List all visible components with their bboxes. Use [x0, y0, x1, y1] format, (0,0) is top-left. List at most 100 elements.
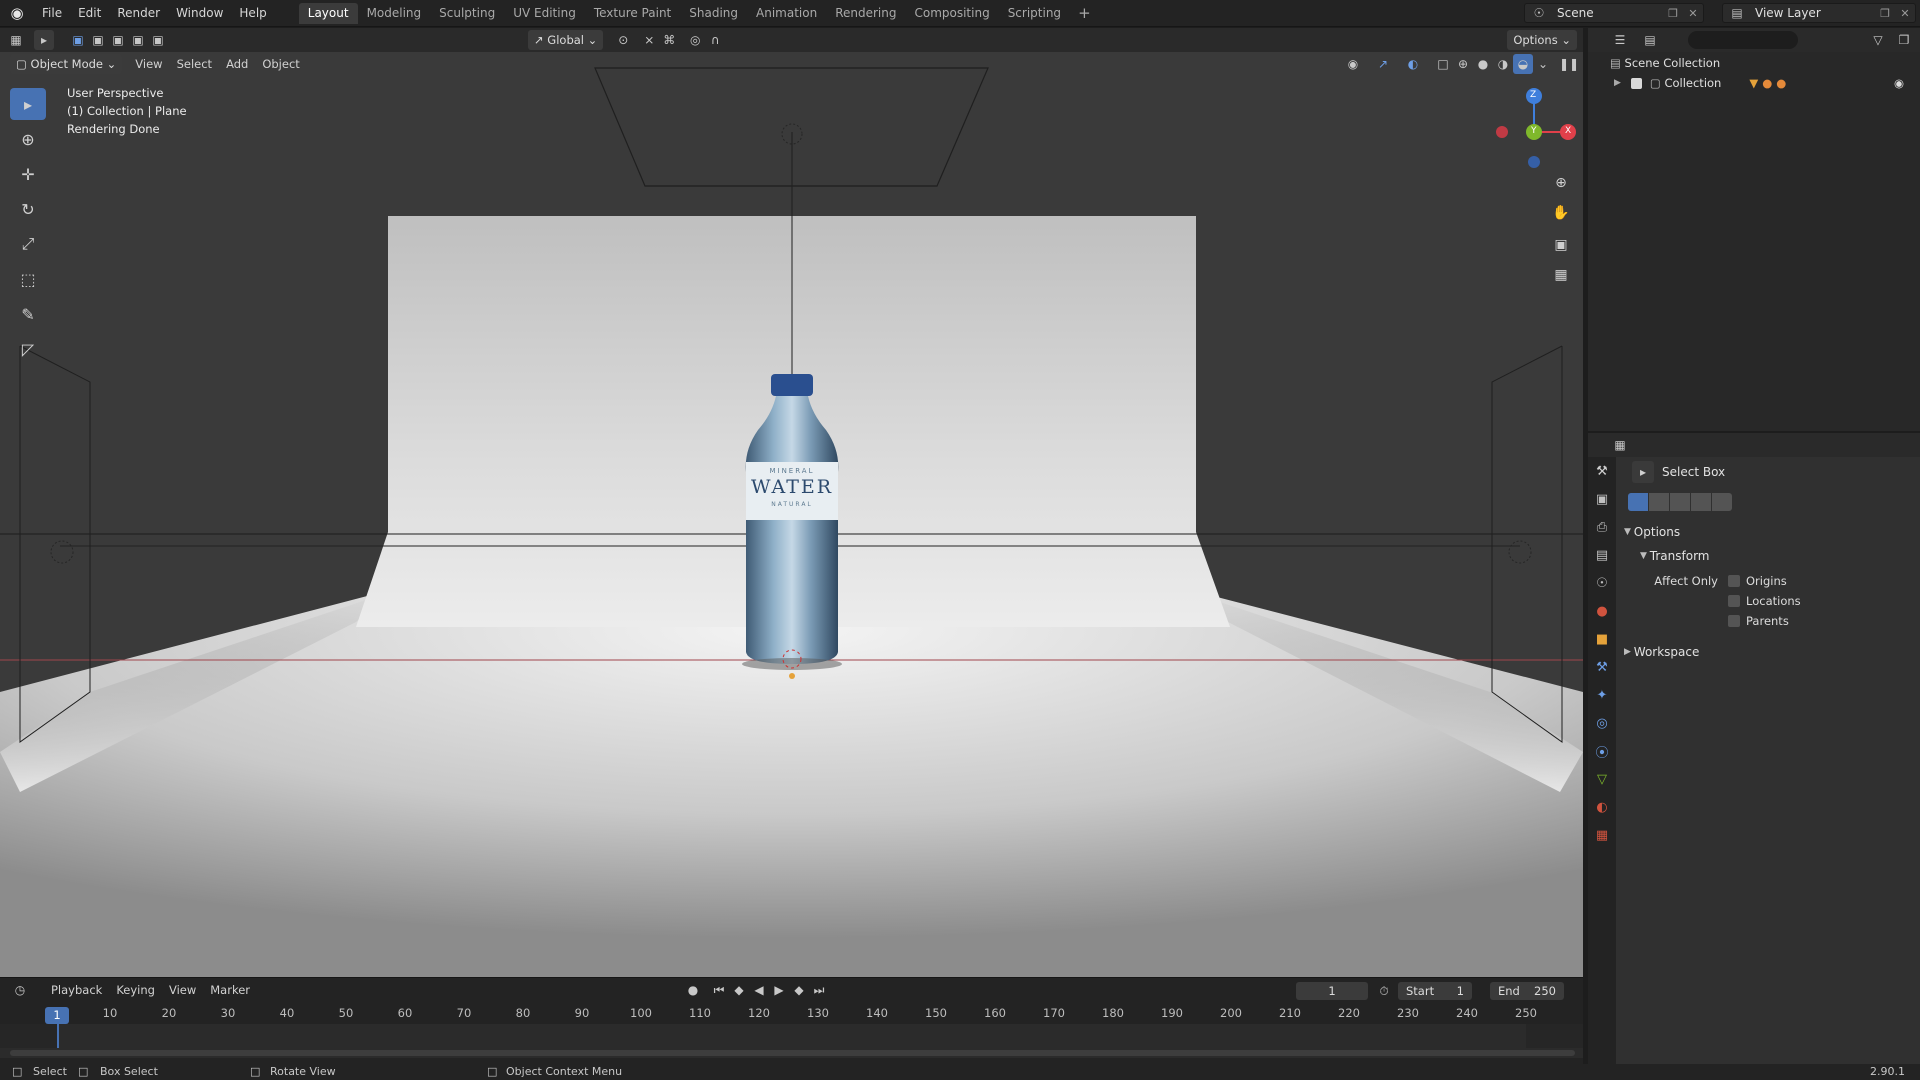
workspace-panel-header[interactable]: ▶ Workspace	[1616, 641, 1920, 663]
tab-texture-icon[interactable]: ▦	[1588, 821, 1616, 849]
select-box-tool-icon[interactable]: ▸	[10, 88, 46, 120]
jump-start-icon[interactable]: ⏮	[709, 980, 729, 1000]
tab-object-icon[interactable]: ■	[1588, 625, 1616, 653]
menu-view[interactable]: View	[128, 57, 169, 71]
timeline-track-area[interactable]	[0, 1024, 1583, 1058]
gizmo-toggle-icon[interactable]: ↗	[1373, 54, 1393, 74]
menu-keying[interactable]: Keying	[109, 983, 162, 997]
tab-texture-paint[interactable]: Texture Paint	[585, 3, 680, 24]
light-filter-icon[interactable]: ▼	[1749, 76, 1758, 90]
snap-icon[interactable]: ⨯	[639, 30, 659, 50]
tab-scripting[interactable]: Scripting	[999, 3, 1070, 24]
new-collection-icon[interactable]: ❐	[1894, 30, 1914, 50]
timeline-editor-icon[interactable]: ◷	[10, 980, 30, 1000]
delete-scene-icon[interactable]: ✕	[1683, 7, 1703, 20]
camera-view-icon[interactable]: ▣	[1548, 232, 1574, 258]
zoom-icon[interactable]: ⊕	[1548, 170, 1574, 196]
orientation-dropdown[interactable]: ↗ Global ⌄	[528, 30, 604, 50]
timeline-scrollbar[interactable]	[10, 1050, 1575, 1056]
pan-hand-icon[interactable]: ✋	[1548, 200, 1574, 226]
new-scene-icon[interactable]: ❐	[1663, 7, 1683, 20]
outliner-row-collection[interactable]: ▶ ▢ Collection ▼ ● ● ◉	[1588, 73, 1920, 93]
start-frame-field[interactable]: Start 1	[1398, 982, 1472, 1000]
expand-arrow-icon[interactable]: ▶	[1614, 78, 1621, 88]
tab-sculpting[interactable]: Sculpting	[430, 3, 504, 24]
select-invert-icon[interactable]: ▣	[128, 30, 148, 50]
record-icon[interactable]: ●	[683, 980, 703, 1000]
menu-add[interactable]: Add	[219, 57, 255, 71]
falloff-icon[interactable]: ∩	[705, 30, 725, 50]
blender-logo-icon[interactable]: ◉	[0, 0, 34, 27]
menu-file[interactable]: File	[34, 0, 70, 27]
view-layer-selector[interactable]: ▤ View Layer ❐ ✕	[1722, 3, 1916, 23]
menu-select[interactable]: Select	[170, 57, 219, 71]
editor-type-icon[interactable]: ▦	[6, 30, 26, 50]
shading-options-icon[interactable]: ⌄	[1533, 54, 1553, 74]
menu-render[interactable]: Render	[109, 0, 168, 27]
current-frame-field[interactable]: 1	[1296, 982, 1368, 1000]
tab-shading[interactable]: Shading	[680, 3, 747, 24]
mode-dropdown[interactable]: ▢ Object Mode ⌄	[10, 54, 123, 74]
mode-difference-icon[interactable]	[1691, 493, 1711, 511]
new-view-layer-icon[interactable]: ❐	[1875, 7, 1895, 20]
options-dropdown[interactable]: Options ⌄	[1507, 30, 1577, 50]
options-panel-header[interactable]: ▼ Options	[1616, 521, 1920, 543]
properties-editor-icon[interactable]: ▦	[1610, 435, 1630, 455]
outliner-search-input[interactable]	[1688, 31, 1798, 49]
transform-tool-icon[interactable]: ⬚	[10, 263, 46, 295]
tab-constraints-icon[interactable]: ⦿	[1588, 737, 1616, 765]
tab-material-icon[interactable]: ◐	[1588, 793, 1616, 821]
menu-edit[interactable]: Edit	[70, 0, 109, 27]
scene-name[interactable]: Scene	[1553, 6, 1663, 20]
mode-set-icon[interactable]	[1628, 493, 1648, 511]
jump-keyframe-forward-icon[interactable]: ◆	[789, 980, 809, 1000]
stopwatch-icon[interactable]: ⏱	[1374, 981, 1394, 1001]
menu-object[interactable]: Object	[255, 57, 306, 71]
menu-window[interactable]: Window	[168, 0, 231, 27]
play-icon[interactable]: ▶	[769, 980, 789, 1000]
tab-view-layer-icon[interactable]: ▤	[1588, 541, 1616, 569]
add-workspace-button[interactable]: +	[1070, 4, 1099, 22]
menu-marker[interactable]: Marker	[203, 983, 257, 997]
measure-tool-icon[interactable]: ◸	[10, 333, 46, 365]
tab-modifier-icon[interactable]: ⚒	[1588, 653, 1616, 681]
playhead-line[interactable]	[57, 1024, 59, 1048]
origins-checkbox[interactable]	[1728, 575, 1740, 587]
snap-target-icon[interactable]: ⌘	[659, 30, 679, 50]
tab-physics-icon[interactable]: ◎	[1588, 709, 1616, 737]
view-layer-name[interactable]: View Layer	[1751, 6, 1875, 20]
menu-playback[interactable]: Playback	[44, 983, 109, 997]
select-subtract-icon[interactable]: ▣	[108, 30, 128, 50]
mode-intersect-icon[interactable]	[1712, 493, 1732, 511]
tab-world-icon[interactable]: ●	[1588, 597, 1616, 625]
locations-checkbox[interactable]	[1728, 595, 1740, 607]
tab-layout[interactable]: Layout	[298, 2, 358, 24]
jump-end-icon[interactable]: ⏭	[809, 980, 829, 1000]
end-frame-field[interactable]: End 250	[1490, 982, 1564, 1000]
xray-icon[interactable]: □	[1433, 54, 1453, 74]
select-extend-icon[interactable]: ▣	[88, 30, 108, 50]
cursor-tool-icon[interactable]: ⊕	[10, 123, 46, 155]
mode-subtract-icon[interactable]	[1670, 493, 1690, 511]
tab-particles-icon[interactable]: ✦	[1588, 681, 1616, 709]
display-mode-icon[interactable]: ▤	[1640, 30, 1660, 50]
outliner-editor-icon[interactable]: ☰	[1610, 30, 1630, 50]
mode-extend-icon[interactable]	[1649, 493, 1669, 511]
play-reverse-icon[interactable]: ◀	[749, 980, 769, 1000]
tab-uv-editing[interactable]: UV Editing	[504, 3, 585, 24]
tab-scene-icon[interactable]: ☉	[1588, 569, 1616, 597]
scale-tool-icon[interactable]: ⤢	[10, 228, 46, 260]
playhead-frame[interactable]: 1	[45, 1007, 69, 1024]
frame-ruler[interactable]: 1 10 20 30 40 50 60 70 80 90 100 110 120…	[0, 1004, 1583, 1024]
shading-wireframe-icon[interactable]: ⊕	[1453, 54, 1473, 74]
perspective-grid-icon[interactable]: ▦	[1548, 262, 1574, 288]
parents-checkbox[interactable]	[1728, 615, 1740, 627]
transform-panel-header[interactable]: ▼ Transform	[1616, 545, 1920, 567]
tab-data-icon[interactable]: ▽	[1588, 765, 1616, 793]
camera-filter-icon[interactable]: ●	[1776, 76, 1786, 90]
proportional-edit-icon[interactable]: ◎	[685, 30, 705, 50]
shading-rendered-icon[interactable]: ◒	[1513, 54, 1533, 74]
select-new-icon[interactable]: ▣	[68, 30, 88, 50]
tab-compositing[interactable]: Compositing	[905, 3, 998, 24]
outliner-row-scene-collection[interactable]: ▤ Scene Collection	[1588, 53, 1920, 73]
